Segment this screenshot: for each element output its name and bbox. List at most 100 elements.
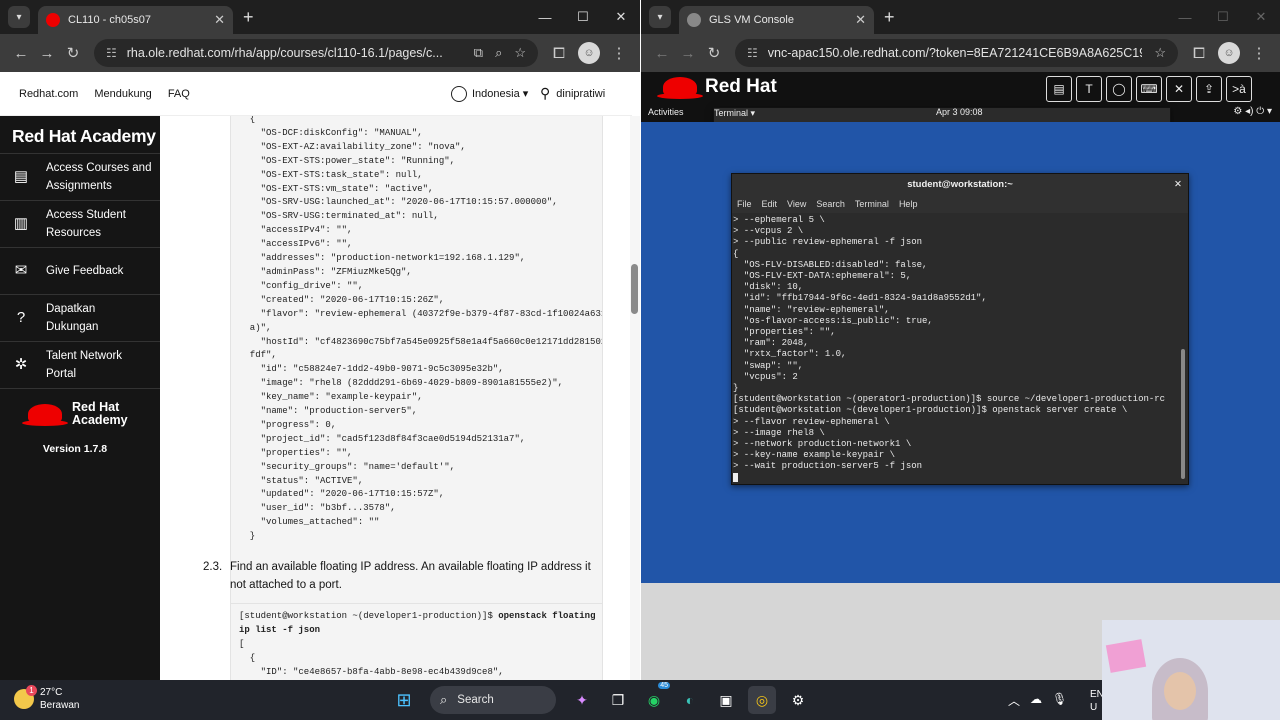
- language-selector[interactable]: Indonesia ▾: [451, 85, 528, 102]
- site-info-icon[interactable]: ☷: [747, 46, 758, 60]
- temperature: 27°C: [40, 687, 63, 698]
- copilot-icon[interactable]: ✦: [568, 686, 596, 714]
- extensions-icon[interactable]: ⧠: [546, 45, 572, 62]
- back-icon[interactable]: ←: [8, 45, 34, 62]
- reload-icon[interactable]: ↻: [60, 44, 86, 62]
- page-scrollbar[interactable]: [630, 116, 640, 680]
- close-window-button[interactable]: ✕: [602, 9, 640, 25]
- tab-search-button[interactable]: ▾: [8, 6, 30, 28]
- edge-icon[interactable]: ◐: [676, 686, 704, 714]
- tab-cl110[interactable]: CL110 - ch05s07 ✕: [38, 6, 233, 34]
- text-tool-icon[interactable]: T: [1076, 76, 1102, 102]
- keyboard-icon[interactable]: ⌨: [1136, 76, 1162, 102]
- close-tab-icon[interactable]: ✕: [855, 12, 866, 28]
- nav-link-redhat[interactable]: Redhat.com: [19, 88, 78, 100]
- close-tab-icon[interactable]: ✕: [214, 12, 225, 28]
- reload-icon[interactable]: ↻: [701, 44, 727, 62]
- term-menu-help[interactable]: Help: [899, 199, 918, 209]
- minimize-button[interactable]: —: [526, 10, 564, 25]
- sidebar-item-feedback[interactable]: ✉ Give Feedback: [0, 248, 160, 295]
- url-bar[interactable]: ☷ vnc-apac150.ole.redhat.com/?token=8EA7…: [735, 39, 1178, 67]
- terminal-line: }: [733, 383, 739, 394]
- new-tab-button[interactable]: +: [884, 7, 895, 28]
- clipboard-icon[interactable]: ▤: [1046, 76, 1072, 102]
- nav-link-faq[interactable]: FAQ: [168, 88, 190, 100]
- terminal-line: > --wait production-server5 -f json: [733, 461, 923, 472]
- term-menu-search[interactable]: Search: [816, 199, 845, 209]
- weather-icon: 1: [14, 685, 37, 709]
- extensions-icon[interactable]: ⧠: [1186, 45, 1212, 62]
- maximize-button[interactable]: ☐: [564, 9, 602, 25]
- term-menu-edit[interactable]: Edit: [762, 199, 778, 209]
- weather-widget[interactable]: 1 27°C Berawan: [14, 685, 79, 712]
- sidebar-item-label: Dapatkan Dukungan: [46, 303, 99, 333]
- menu-kebab-icon[interactable]: ⋮: [1246, 44, 1272, 62]
- taskbar-search[interactable]: ⌕ Search: [430, 686, 556, 714]
- menu-kebab-icon[interactable]: ⋮: [606, 44, 632, 62]
- redhat-hat-icon: [657, 77, 703, 99]
- lesson-content: { "OS-DCF:diskConfig": "MANUAL", "OS-EXT…: [160, 116, 630, 680]
- task-view-icon[interactable]: ❐: [604, 686, 632, 714]
- terminal-output[interactable]: > --ephemeral 5 \ > --vcpus 2 \ > --public…: [732, 213, 1188, 483]
- globe-icon: [451, 85, 467, 102]
- terminal-scrollbar[interactable]: [1181, 349, 1185, 479]
- sidebar-item-support[interactable]: ? Dapatkan Dukungan: [0, 295, 160, 342]
- bookmark-star-icon[interactable]: ☆: [1154, 45, 1166, 61]
- bookmark-star-icon[interactable]: ☆: [514, 45, 526, 61]
- code-line: "progress": 0,: [239, 419, 337, 430]
- app-icon[interactable]: ⚙: [784, 686, 812, 714]
- site-info-icon[interactable]: ☷: [106, 46, 117, 60]
- activities-button[interactable]: Activities: [648, 107, 684, 117]
- site-header: Redhat.com Mendukung FAQ Indonesia ▾ ⚲ di…: [0, 72, 632, 116]
- forward-icon[interactable]: →: [675, 45, 701, 62]
- terminal-window[interactable]: student@workstation:~ ✕ File Edit View Se…: [731, 173, 1189, 485]
- terminal-line: > --vcpus 2 \: [733, 226, 804, 237]
- url-bar[interactable]: ☷ rha.ole.redhat.com/rha/app/courses/cl1…: [94, 39, 538, 67]
- term-menu-file[interactable]: File: [737, 199, 752, 209]
- sidebar-item-talent[interactable]: ✲ Talent Network Portal: [0, 342, 160, 389]
- gnome-clock[interactable]: Apr 3 09:08: [936, 107, 983, 117]
- term-menu-terminal[interactable]: Terminal: [855, 199, 889, 209]
- term-menu-view[interactable]: View: [787, 199, 806, 209]
- terminal-line: "properties": "",: [733, 327, 836, 338]
- vnc-header: Red Hat ▤ T ◯ ⌨ ✕ ⇪ >à Activities Termin…: [641, 72, 1280, 419]
- nav-link-mendukung[interactable]: Mendukung: [94, 88, 152, 100]
- terminal-close-icon[interactable]: ✕: [1174, 174, 1182, 195]
- mic-icon[interactable]: 🎙: [1052, 692, 1067, 709]
- chrome-icon[interactable]: ◎: [748, 686, 776, 714]
- version-label: Version 1.7.8: [42, 443, 108, 455]
- minimize-button[interactable]: —: [1166, 10, 1204, 25]
- scrollbar-thumb[interactable]: [631, 264, 638, 314]
- terminal-line: "vcpus": 2: [733, 371, 798, 382]
- new-tab-button[interactable]: +: [243, 7, 254, 28]
- install-app-icon[interactable]: ⧉: [474, 45, 483, 61]
- zoom-icon[interactable]: ⌕: [495, 45, 502, 61]
- power-icon[interactable]: ◯: [1106, 76, 1132, 102]
- windows-start-icon[interactable]: ⊞: [390, 686, 418, 714]
- disconnect-icon[interactable]: ✕: [1166, 76, 1192, 102]
- tab-bar: ▾ GLS VM Console ✕ + — ☐ ✕: [641, 0, 1280, 34]
- send-keys-icon[interactable]: >à: [1226, 76, 1252, 102]
- sidebar-item-courses[interactable]: ▤ Access Courses and Assignments: [0, 154, 160, 201]
- back-icon[interactable]: ←: [649, 45, 675, 62]
- tab-vm-console[interactable]: GLS VM Console ✕: [679, 6, 874, 34]
- terminal-line: "OS-FLV-EXT-DATA:ephemeral": 5,: [733, 271, 912, 282]
- system-tray-icon[interactable]: ⚙ ◂) ⏻ ▾: [1233, 106, 1272, 117]
- sidebar-item-resources[interactable]: ▥ Access Student Resources: [0, 201, 160, 248]
- cloud-icon[interactable]: ☁: [1030, 692, 1042, 709]
- tab-search-button[interactable]: ▾: [649, 6, 671, 28]
- profile-avatar[interactable]: ☺: [1218, 42, 1240, 64]
- user-menu[interactable]: ⚲ dinipratiwi: [540, 85, 605, 102]
- store-icon[interactable]: ▣: [712, 686, 740, 714]
- maximize-button[interactable]: ☐: [1204, 9, 1242, 25]
- forward-icon[interactable]: →: [34, 45, 60, 62]
- code-line: "OS-DCF:diskConfig": "MANUAL",: [239, 127, 423, 138]
- code-line: "OS-SRV-USG:launched_at": "2020-06-17T10…: [239, 197, 558, 208]
- code-line: "hostId": "cf4823690c75bf7a545e0925f58e1…: [239, 336, 603, 347]
- profile-avatar[interactable]: ☺: [578, 42, 600, 64]
- upload-icon[interactable]: ⇪: [1196, 76, 1222, 102]
- terminal-line: > --image rhel8 \: [733, 427, 825, 438]
- close-window-button[interactable]: ✕: [1242, 9, 1280, 25]
- tray-chevron-icon[interactable]: ︿: [1008, 692, 1020, 709]
- whatsapp-icon[interactable]: ◉ 45: [640, 682, 670, 714]
